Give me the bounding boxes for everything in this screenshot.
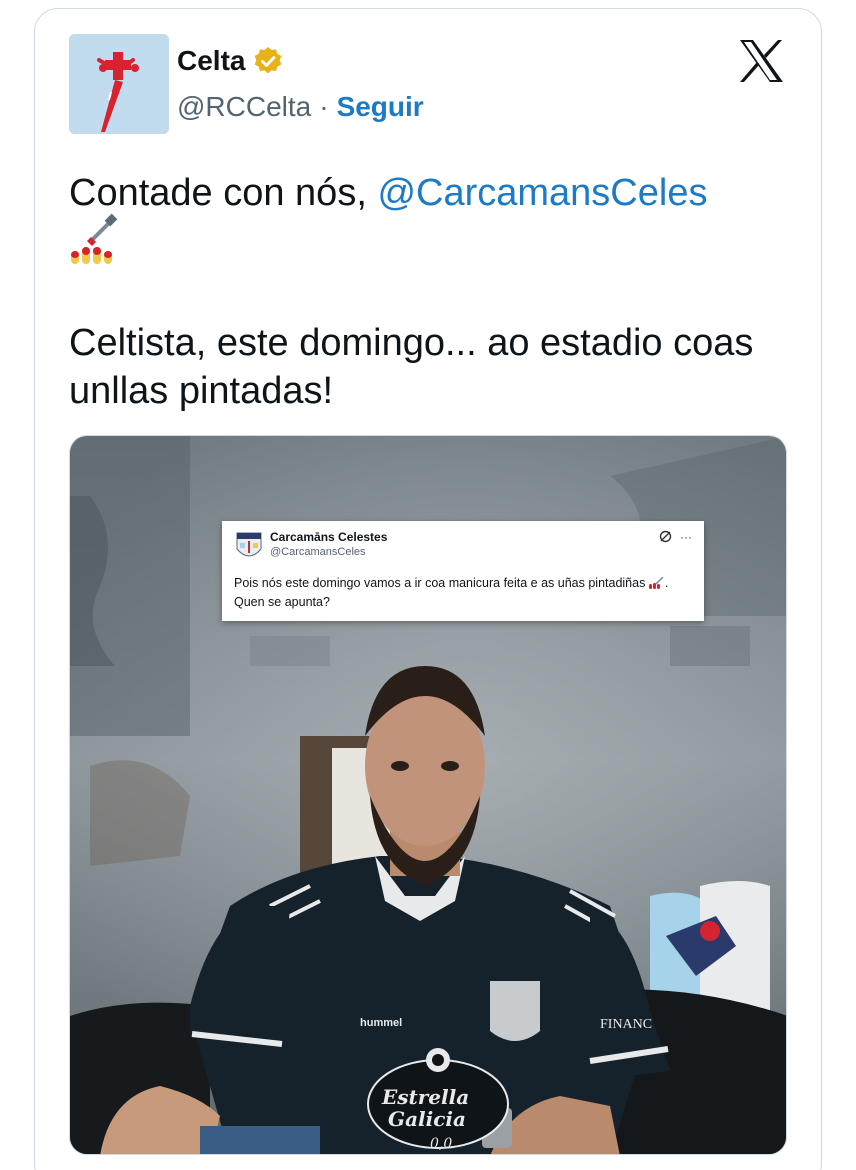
follow-button[interactable]: Seguir [337, 91, 424, 123]
sleeve-text: FINANC [600, 1017, 652, 1032]
celta-avatar[interactable] [69, 34, 169, 134]
sponsor-line1: Estrella [381, 1085, 469, 1109]
sponsor-line2: Galicia [388, 1107, 466, 1131]
mention-link[interactable]: @CarcamansCeles [377, 172, 707, 214]
tweet-text-line1: Contade con nós, @CarcamansCeles [69, 169, 799, 217]
verified-badge-icon [253, 46, 283, 76]
author-name-row: Celta [177, 45, 283, 77]
nail-polish-emoji-icon [69, 211, 123, 265]
tweet-photo[interactable]: Estrella Galicia 0,0 hummel FINANC Carca… [69, 435, 787, 1155]
author-handle[interactable]: @RCCelta [177, 91, 311, 123]
nail-polish-emoji-icon [648, 577, 665, 589]
tweet-card[interactable]: Celta @RCCelta · Seguir Contade con nós,… [34, 8, 822, 1170]
separator-dot: · [319, 91, 329, 122]
x-logo-icon[interactable] [738, 39, 784, 83]
embedded-author-handle: @CarcamansCeles [270, 546, 366, 558]
embedded-text-part1: Pois nós este domingo vamos a ir coa man… [234, 576, 646, 590]
grok-icon [659, 530, 672, 544]
tweet-text-prefix: Contade con nós, [69, 172, 378, 214]
embedded-tweet-text: Pois nós este domingo vamos a ir coa man… [234, 574, 694, 612]
carcamans-avatar-icon [236, 531, 262, 561]
sponsor-sub: 0,0 [430, 1136, 452, 1152]
tweet-text-line2: Celtista, este domingo... ao estadio coa… [69, 322, 754, 412]
author-name[interactable]: Celta [177, 45, 245, 77]
author-handle-row: @RCCelta · Seguir [177, 91, 424, 123]
embedded-tweet-screenshot: Carcamāns Celestes @CarcamansCeles ··· P… [222, 521, 704, 621]
embedded-tweet-icons: ··· [659, 530, 692, 544]
embedded-author-name: Carcamāns Celestes [270, 530, 388, 544]
more-icon: ··· [680, 530, 692, 544]
jersey-brand: hummel [360, 1017, 402, 1029]
